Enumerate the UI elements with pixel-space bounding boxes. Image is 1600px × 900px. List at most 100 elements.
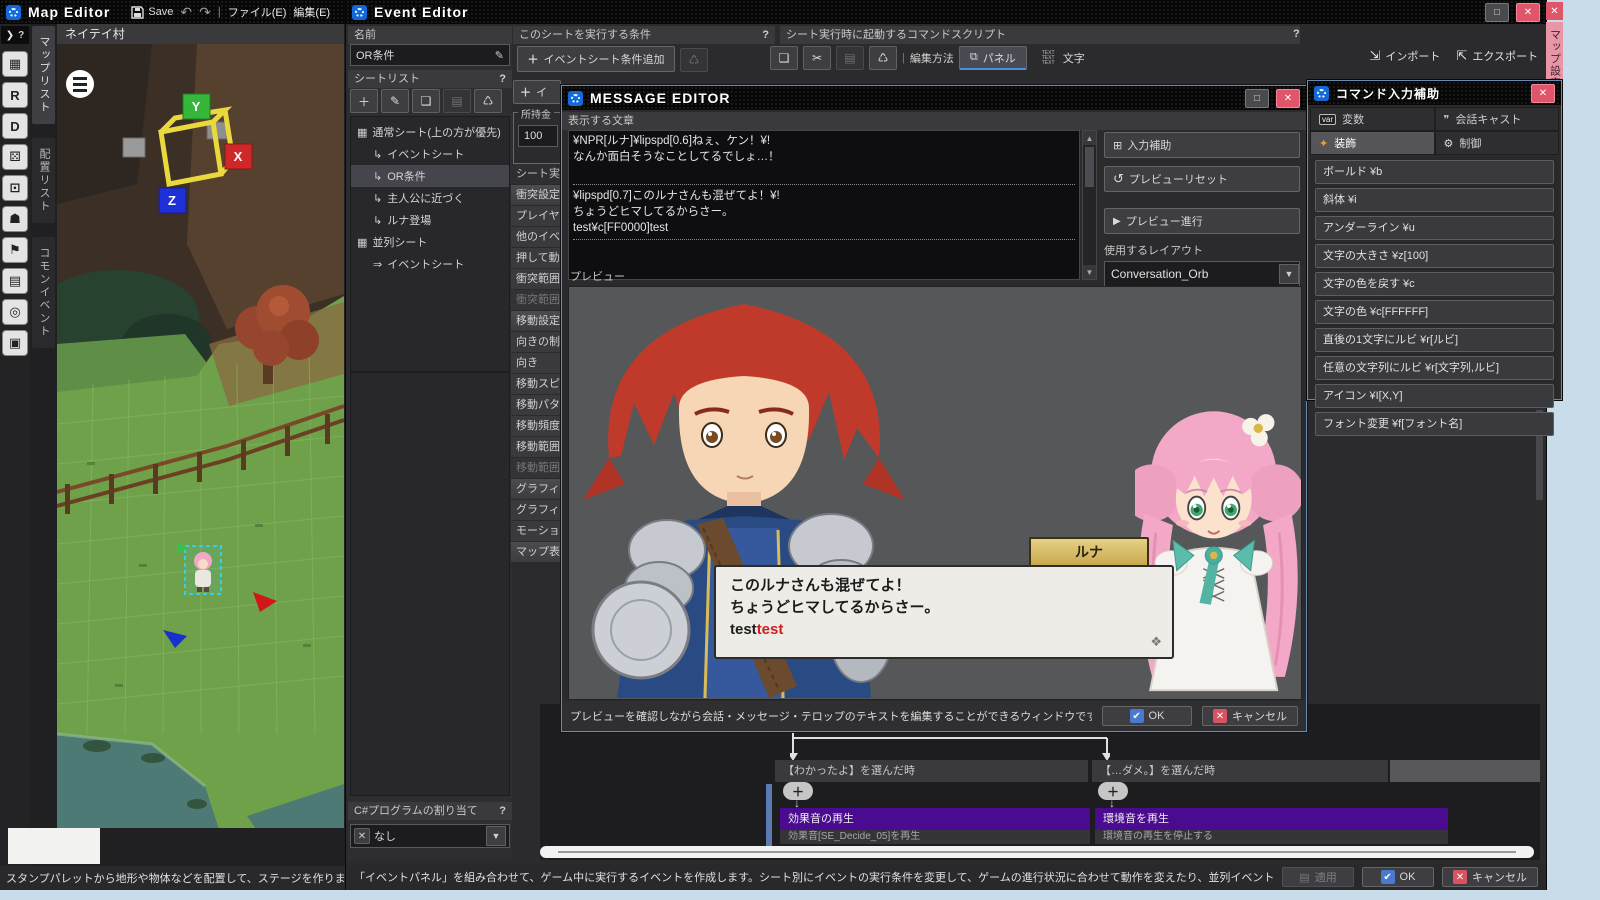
csharp-dropdown[interactable]: ✕ なし ▼	[350, 824, 510, 848]
event-panel-item[interactable]: 押して動か	[511, 248, 565, 269]
scroll-down-icon[interactable]: ▼	[1083, 265, 1096, 279]
vertical-scrollbar[interactable]	[1535, 400, 1544, 700]
preview-advance-button[interactable]: ▶ プレビュー進行	[1104, 208, 1300, 234]
assist-item[interactable]: フォント変更 ¥f[フォント名]	[1315, 412, 1554, 436]
event-panel-item[interactable]: 衝突設定	[511, 185, 565, 206]
clear-icon[interactable]: ✕	[354, 828, 370, 844]
message-text-area[interactable]: ¥NPR[ルナ]¥lipspd[0.6]ねぇ、ケン！¥!なんか面白そうなことして…	[568, 130, 1080, 280]
cancel-button[interactable]: ✕ キャンセル	[1202, 706, 1298, 726]
apply-button[interactable]: ▤ 適用	[1282, 867, 1354, 887]
event-flag-icon[interactable]: ⚑	[2, 237, 28, 263]
tab-decoration[interactable]: ✦ 装飾	[1310, 131, 1435, 155]
world-search-icon[interactable]: ◎	[2, 299, 28, 325]
add-sheet-button[interactable]: ＋	[350, 89, 378, 113]
sheet-tree-item[interactable]: ↳イベントシート	[351, 143, 509, 165]
text-area-scrollbar[interactable]: ▲ ▼	[1082, 130, 1097, 280]
save-button[interactable]: Save	[131, 6, 173, 19]
paste-panel-button[interactable]: ▤	[836, 46, 864, 70]
sheet-tree-item[interactable]: ▦通常シート(上の方が優先)	[351, 121, 509, 143]
money-input[interactable]: 100	[518, 125, 558, 147]
model-icon[interactable]: D	[2, 113, 28, 139]
text-mode-button[interactable]: TEXT TEXT TEXT 文字	[1032, 46, 1095, 70]
redo-icon[interactable]: ↷	[199, 4, 211, 21]
assist-item[interactable]: 文字の色 ¥c[FFFFFF]	[1315, 300, 1554, 324]
delete-panel-button[interactable]: ♺	[869, 46, 897, 70]
event-panel-item[interactable]: 向き	[511, 353, 565, 374]
assist-item[interactable]: 文字の大きさ ¥z[100]	[1315, 244, 1554, 268]
sheet-tree-item[interactable]: ↳主人公に近づく	[351, 187, 509, 209]
horizontal-scrollbar[interactable]	[540, 846, 1534, 858]
sheet-name-input[interactable]: OR条件 ✎	[350, 44, 510, 66]
event-panel-item[interactable]: 向きの制御	[511, 332, 565, 353]
assist-item[interactable]: アンダーライン ¥u	[1315, 216, 1554, 240]
panel-mode-button[interactable]: ⧉ パネル	[959, 46, 1027, 70]
sheet-tree-item[interactable]: ▦並列シート	[351, 231, 509, 253]
event-panel-item[interactable]: 移動設定	[511, 311, 565, 332]
controller-icon[interactable]: ⚄	[2, 144, 28, 170]
sidebar-tab-common-events[interactable]: コモンイベント	[32, 237, 55, 348]
event-panel-item[interactable]: グラフィック	[511, 500, 565, 521]
copy-panel-button[interactable]: ❏	[770, 46, 798, 70]
close-button[interactable]: ✕	[1516, 3, 1540, 22]
chevron-down-icon[interactable]: ▼	[1279, 264, 1299, 284]
map-3d-scene[interactable]: Y X Z	[57, 44, 344, 828]
paste-sheet-button[interactable]: ▤	[443, 89, 471, 113]
screen-icon[interactable]: ⊡	[2, 175, 28, 201]
command-panel-ambient[interactable]: 環境音を再生 環境音の再生を停止する	[1095, 808, 1448, 844]
event-panel-item[interactable]: シート実行	[511, 164, 565, 185]
copy-sheet-button[interactable]: ❏	[412, 89, 440, 113]
help-icon[interactable]: ?	[762, 26, 769, 44]
tab-variables[interactable]: var 変数	[1310, 107, 1435, 131]
assist-item[interactable]: アイコン ¥I[X,Y]	[1315, 384, 1554, 408]
map-menu-icon[interactable]	[66, 70, 94, 98]
import-button[interactable]: ⇲インポート	[1370, 48, 1441, 64]
preview-reset-button[interactable]: ↺ プレビューリセット	[1104, 166, 1300, 192]
assist-item[interactable]: 文字の色を戻す ¥c	[1315, 272, 1554, 296]
sheet-tree-item[interactable]: ⇒イベントシート	[351, 253, 509, 275]
cancel-button[interactable]: ✕ キャンセル	[1442, 867, 1538, 887]
camera-icon[interactable]: ☗	[2, 206, 28, 232]
maximize-button[interactable]: □	[1245, 89, 1269, 108]
assist-item[interactable]: ボールド ¥b	[1315, 160, 1554, 184]
event-panel-item[interactable]: 他のイベン	[511, 227, 565, 248]
map-viewport[interactable]: ネイテイ村	[57, 24, 344, 828]
layout-select[interactable]: Conversation_Orb ▼	[1104, 261, 1300, 287]
event-panel-item[interactable]: プレイヤー	[511, 206, 565, 227]
resource-icon[interactable]: R	[2, 82, 28, 108]
add-condition-button[interactable]: ＋ イベントシート条件追加	[517, 46, 675, 72]
ok-button[interactable]: ✔ OK	[1102, 706, 1192, 726]
event-panel-item[interactable]: 移動スピー	[511, 374, 565, 395]
event-panel-item[interactable]: 衝突範囲	[511, 290, 565, 311]
assist-item[interactable]: 任意の文字列にルビ ¥r[文字列,ルビ]	[1315, 356, 1554, 380]
event-panel-item[interactable]: マップ表示	[511, 542, 565, 563]
sidebar-tab-map-list[interactable]: マップリスト	[32, 26, 55, 124]
sidebar-tab-placement-list[interactable]: 配置リスト	[32, 138, 55, 223]
edit-sheet-button[interactable]: ✎	[381, 89, 409, 113]
palette-scroll-area[interactable]	[8, 828, 100, 864]
event-panel-item[interactable]: 移動範囲	[511, 437, 565, 458]
event-panel-item[interactable]: モーション	[511, 521, 565, 542]
branch-label-right[interactable]: 【…ダメ。】を選んだ時	[1092, 760, 1388, 782]
tab-control[interactable]: ⚙ 制御	[1435, 131, 1560, 155]
help-icon[interactable]: ?	[499, 802, 506, 820]
ok-button[interactable]: ✔ OK	[1362, 867, 1434, 887]
delete-condition-button[interactable]: ♺	[680, 48, 708, 72]
sheet-tree-item[interactable]: ↳OR条件	[351, 165, 509, 187]
close-button[interactable]: ✕	[1531, 84, 1555, 103]
delete-sheet-button[interactable]: ♺	[474, 89, 502, 113]
stamp-edit-icon[interactable]: ▦	[2, 51, 28, 77]
export-button[interactable]: ⇱エクスポート	[1456, 48, 1538, 64]
undo-icon[interactable]: ↶	[180, 4, 192, 21]
assist-item[interactable]: 直後の1文字にルビ ¥r[ルビ]	[1315, 328, 1554, 352]
scroll-up-icon[interactable]: ▲	[1083, 131, 1096, 145]
event-panel-item[interactable]: 移動範囲	[511, 458, 565, 479]
branch-label-left[interactable]: 【わかったよ】を選んだ時	[775, 760, 1088, 782]
motion-icon[interactable]: ▤	[2, 268, 28, 294]
assist-item[interactable]: 斜体 ¥i	[1315, 188, 1554, 212]
menu-file[interactable]: ファイル(E)	[228, 4, 287, 20]
tool-collapse-box[interactable]: ❯?	[1, 26, 29, 44]
close-button[interactable]: ✕	[1546, 2, 1563, 20]
help-icon[interactable]: ?	[499, 70, 506, 88]
edit-pencil-icon[interactable]: ✎	[495, 49, 504, 62]
cut-panel-button[interactable]: ✂	[803, 46, 831, 70]
